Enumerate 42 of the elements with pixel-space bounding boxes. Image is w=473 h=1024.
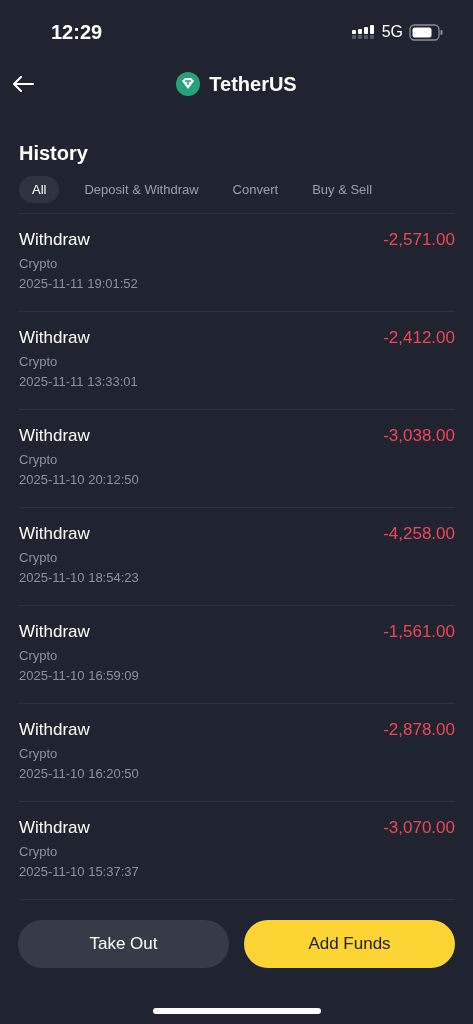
transaction-amount: -4,258.00 <box>383 524 455 545</box>
transaction-method: Crypto <box>19 354 59 369</box>
back-arrow-icon[interactable] <box>12 76 34 92</box>
transaction-type: Withdraw <box>19 328 91 348</box>
transaction-time: 2025-11-10 16:59:09 <box>19 668 139 683</box>
transaction-amount: -2,412.00 <box>383 328 455 349</box>
transaction-method: Crypto <box>19 746 59 761</box>
transaction-time: 2025-11-10 20:12:50 <box>19 472 139 487</box>
take-out-button[interactable]: Take Out <box>18 920 229 968</box>
transaction-amount: -1,561.00 <box>383 622 455 643</box>
transaction-type: Withdraw <box>19 230 91 250</box>
filter-tab[interactable]: Convert <box>223 176 288 203</box>
transaction-type: Withdraw <box>19 622 91 642</box>
transaction-time: 2025-11-11 19:01:52 <box>19 276 138 291</box>
transaction-time: 2025-11-10 15:37:37 <box>19 864 139 879</box>
transaction-amount: -2,571.00 <box>383 230 455 251</box>
status-time: 12:29 <box>51 20 103 44</box>
transaction-method: Crypto <box>19 256 59 271</box>
transaction-type: Withdraw <box>19 720 91 740</box>
filter-tab[interactable]: All <box>19 176 60 203</box>
signal-icon <box>351 25 376 39</box>
transaction-amount: -3,038.00 <box>383 426 455 447</box>
coin-icon <box>176 72 201 96</box>
transaction-type: Withdraw <box>19 818 91 838</box>
transaction-amount: -3,070.00 <box>383 818 455 839</box>
battery-icon <box>409 23 443 41</box>
transaction-method: Crypto <box>19 550 59 565</box>
section-title: History <box>19 142 88 165</box>
transaction-time: 2025-11-10 16:20:50 <box>19 766 139 781</box>
transaction-type: Withdraw <box>19 426 91 446</box>
transaction-type: Withdraw <box>19 524 91 544</box>
transaction-method: Crypto <box>19 844 59 859</box>
filter-tab[interactable]: Buy & Sell <box>303 176 382 203</box>
filter-tab[interactable]: Deposit & Withdraw <box>75 176 208 203</box>
network-label: 5G <box>381 23 403 41</box>
transaction-method: Crypto <box>19 452 59 467</box>
transaction-amount: -2,878.00 <box>383 720 455 741</box>
transaction-time: 2025-11-10 18:54:23 <box>19 570 139 585</box>
add-funds-button[interactable]: Add Funds <box>244 920 455 968</box>
transaction-time: 2025-11-11 13:33:01 <box>19 374 138 389</box>
page-title: TetherUS <box>209 72 297 96</box>
transaction-method: Crypto <box>19 648 59 663</box>
